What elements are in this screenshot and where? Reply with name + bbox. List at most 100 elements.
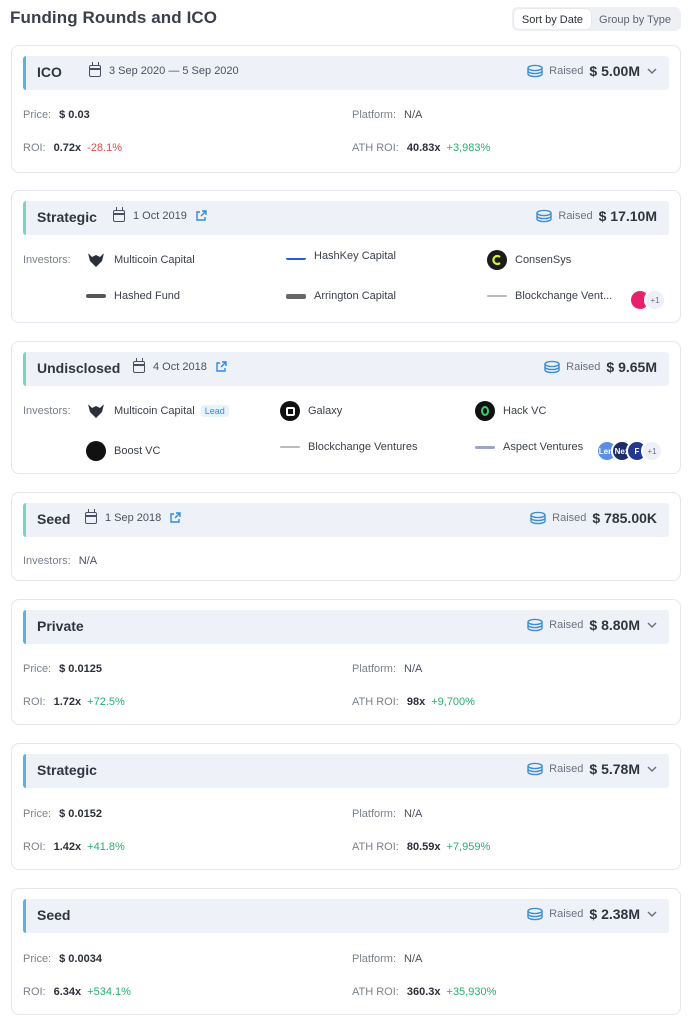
round-date: 4 Oct 2018	[133, 358, 227, 373]
round-date: 3 Sep 2020 — 5 Sep 2020	[89, 62, 239, 77]
investor-item[interactable]: Arrington Capital	[286, 290, 396, 302]
round-header: Strategic 1 Oct 2019 Raised $ 17.10M	[23, 201, 669, 235]
coins-icon	[536, 209, 553, 223]
round-type: Seed	[37, 907, 71, 923]
lead-badge: Lead	[200, 405, 229, 417]
page-title: Funding Rounds and ICO	[10, 8, 218, 27]
price-row: Price: $ 0.0152	[23, 808, 102, 820]
round-type: Strategic	[37, 762, 97, 778]
investors-row: Investors: N/A	[23, 555, 98, 567]
roi-row: ROI: 1.72x +72.5%	[23, 696, 125, 708]
chevron-down-icon[interactable]	[647, 909, 657, 919]
investor-item[interactable]: Boost VC	[86, 441, 160, 461]
hashed-logo-icon	[86, 294, 106, 298]
blockchange-logo-icon	[280, 446, 300, 448]
raised-amount: Raised $ 5.00M	[526, 63, 657, 79]
investor-item[interactable]: Galaxy	[280, 401, 342, 421]
hackvc-logo-icon	[475, 401, 495, 421]
boostvc-logo-icon	[86, 441, 106, 461]
coins-icon	[527, 64, 543, 78]
round-date: 1 Sep 2018	[85, 509, 181, 524]
investor-item[interactable]: HashKey Capital	[286, 250, 396, 262]
arrington-logo-icon	[286, 293, 306, 299]
round-type: Undisclosed	[37, 360, 121, 376]
funding-round-card[interactable]: ICO 3 Sep 2020 — 5 Sep 2020 Raised $ 5.0…	[11, 45, 681, 173]
chevron-down-icon[interactable]	[647, 620, 657, 630]
galaxy-logo-icon	[280, 401, 300, 421]
investor-item[interactable]: Hack VC	[475, 401, 546, 421]
consensys-logo-icon	[487, 250, 507, 270]
more-count: +1	[641, 440, 663, 462]
round-header[interactable]: ICO 3 Sep 2020 — 5 Sep 2020 Raised $ 5.0…	[23, 56, 669, 90]
funding-round-card: Undisclosed 4 Oct 2018 Raised $ 9.65M In…	[11, 341, 681, 474]
platform-row: Platform: N/A	[352, 663, 423, 675]
round-type: Strategic	[37, 209, 97, 225]
coins-icon	[527, 762, 543, 776]
chevron-down-icon[interactable]	[647, 66, 657, 76]
ath-roi-row: ATH ROI: 360.3x +35,930%	[352, 986, 497, 998]
platform-row: Platform: N/A	[352, 109, 423, 121]
investors-label: Investors:	[23, 254, 71, 266]
calendar-icon	[113, 207, 125, 222]
coins-icon	[544, 360, 560, 374]
round-header[interactable]: Private Raised $ 8.80M	[23, 610, 669, 644]
price-row: Price: $ 0.03	[23, 109, 90, 121]
funding-round-card[interactable]: Seed Raised $ 2.38M Price: $ 0.0034 Platf…	[11, 888, 681, 1015]
investor-item[interactable]: Hashed Fund	[86, 290, 180, 302]
roi-row: ROI: 1.42x +41.8%	[23, 841, 125, 853]
platform-row: Platform: N/A	[352, 808, 423, 820]
raised-amount: Raised $ 9.65M	[543, 359, 657, 375]
more-investors[interactable]: +1	[629, 289, 666, 311]
raised-amount: Raised $ 2.38M	[526, 906, 657, 922]
roi-row: ROI: 0.72x -28.1%	[23, 142, 123, 154]
round-type: ICO	[37, 64, 62, 80]
raised-amount: Raised $ 8.80M	[526, 617, 657, 633]
funding-round-card: Seed 1 Sep 2018 Raised $ 785.00K Investo…	[11, 492, 681, 581]
round-header: Undisclosed 4 Oct 2018 Raised $ 9.65M	[23, 352, 669, 386]
chevron-down-icon[interactable]	[647, 764, 657, 774]
calendar-icon	[85, 509, 97, 524]
coins-icon	[527, 618, 543, 632]
ath-roi-row: ATH ROI: 80.59x +7,959%	[352, 841, 491, 853]
round-header: Seed 1 Sep 2018 Raised $ 785.00K	[23, 503, 669, 537]
aspect-logo-icon	[475, 445, 495, 449]
ath-roi-row: ATH ROI: 98x +9,700%	[352, 696, 475, 708]
external-link-icon[interactable]	[195, 210, 207, 222]
hashkey-logo-icon	[286, 252, 306, 260]
more-investors[interactable]: Lem Nex F +1	[596, 440, 663, 462]
multicoin-logo-icon	[86, 250, 106, 270]
raised-amount: Raised $ 17.10M	[535, 208, 657, 224]
investor-item[interactable]: Blockchange Ventures	[280, 441, 417, 453]
ath-roi-row: ATH ROI: 40.83x +3,983%	[352, 142, 491, 154]
group-by-type-button[interactable]: Group by Type	[591, 9, 679, 29]
round-type: Seed	[37, 511, 71, 527]
funding-round-card[interactable]: Strategic Raised $ 5.78M Price: $ 0.0152 …	[11, 743, 681, 870]
round-type: Private	[37, 618, 84, 634]
platform-row: Platform: N/A	[352, 953, 423, 965]
investor-item[interactable]: Aspect Ventures	[475, 441, 583, 453]
funding-round-card: Strategic 1 Oct 2019 Raised $ 17.10M Inv…	[11, 190, 681, 323]
coins-icon	[530, 511, 546, 525]
raised-amount: Raised $ 5.78M	[526, 761, 657, 777]
external-link-icon[interactable]	[215, 361, 227, 373]
investor-item[interactable]: Blockchange Vent...	[487, 290, 612, 302]
investors-label: Investors:	[23, 405, 71, 417]
roi-row: ROI: 6.34x +534.1%	[23, 986, 131, 998]
external-link-icon[interactable]	[169, 512, 181, 524]
investor-item[interactable]: ConsenSys	[487, 250, 571, 270]
sort-toggle: Sort by Date Group by Type	[511, 7, 681, 31]
calendar-icon	[133, 358, 145, 373]
raised-amount: Raised $ 785.00K	[529, 510, 657, 526]
coins-icon	[527, 907, 543, 921]
section-header: Funding Rounds and ICO Sort by Date Grou…	[10, 6, 683, 32]
funding-round-card[interactable]: Private Raised $ 8.80M Price: $ 0.0125 Pl…	[11, 599, 681, 725]
calendar-icon	[89, 62, 101, 77]
sort-by-date-button[interactable]: Sort by Date	[513, 9, 592, 29]
price-row: Price: $ 0.0034	[23, 953, 102, 965]
investor-item[interactable]: Multicoin Capital	[86, 250, 195, 270]
round-date: 1 Oct 2019	[113, 207, 207, 222]
round-header[interactable]: Seed Raised $ 2.38M	[23, 899, 669, 933]
round-header[interactable]: Strategic Raised $ 5.78M	[23, 754, 669, 788]
investor-item[interactable]: Multicoin Capital Lead	[86, 401, 229, 421]
multicoin-logo-icon	[86, 401, 106, 421]
